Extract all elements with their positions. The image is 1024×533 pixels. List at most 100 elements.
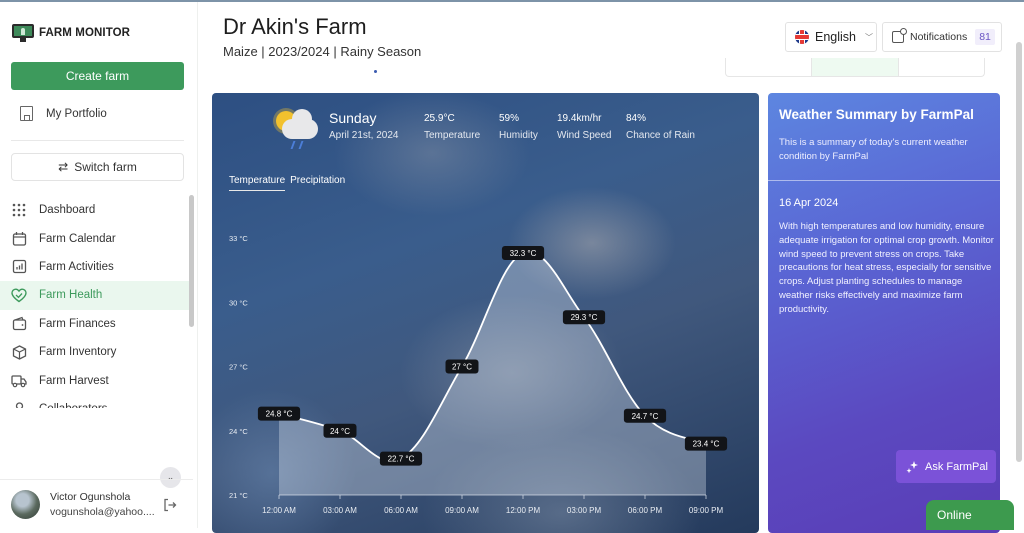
summary-date: 16 Apr 2024 <box>779 197 839 209</box>
sidebar-item-label: Dashboard <box>39 204 96 217</box>
data-label-text: 24.7 °C <box>632 412 659 421</box>
summary-body: With high temperatures and low humidity,… <box>779 221 994 315</box>
switch-farm-label: Switch farm <box>74 160 137 174</box>
sidebar-item-label: Farm Harvest <box>39 374 109 387</box>
x-tick-label: 12:00 AM <box>262 506 296 515</box>
ask-farmpal-label: Ask FarmPal <box>925 460 988 473</box>
sidebar-item-label: Farm Finances <box>39 317 116 330</box>
data-label: 29.3 °C <box>562 310 606 325</box>
sidebar-item-label: Collaborators <box>39 403 107 408</box>
app-logo[interactable]: FARM MONITOR <box>12 24 130 42</box>
heart-icon <box>11 287 27 303</box>
sidebar-item-dashboard[interactable]: Dashboard <box>0 196 190 224</box>
sidebar-item-label: Farm Activities <box>39 260 114 273</box>
calendar-icon <box>11 231 27 247</box>
grid-icon <box>11 202 27 218</box>
logout-button[interactable] <box>163 498 177 515</box>
app-name: FARM MONITOR <box>39 27 131 39</box>
users-icon <box>11 401 27 408</box>
chevron-down-icon: ⌄ <box>166 472 175 482</box>
sidebar-item-farm-finances[interactable]: Farm Finances <box>0 310 190 338</box>
x-tick-label: 09:00 PM <box>689 506 724 515</box>
divider <box>768 180 1000 181</box>
y-tick-label: 27 °C <box>229 363 248 372</box>
swap-arrows-icon: ⇄ <box>58 160 69 174</box>
data-label-text: 22.7 °C <box>388 455 415 464</box>
wallet-icon <box>11 316 27 332</box>
filter-segment[interactable] <box>899 58 984 76</box>
my-portfolio-link[interactable]: My Portfolio <box>20 106 107 121</box>
sidebar-item-collaborators[interactable]: Collaborators <box>0 395 190 408</box>
language-label: English <box>815 30 856 44</box>
filter-segment[interactable] <box>726 58 813 76</box>
data-label: 23.4 °C <box>684 436 728 451</box>
filter-segment[interactable] <box>812 58 899 76</box>
data-label-text: 27 °C <box>452 363 472 372</box>
farm-subtitle: Maize | 2023/2024 | Rainy Season <box>223 44 422 59</box>
x-tick-label: 06:00 AM <box>384 506 418 515</box>
logout-icon <box>164 498 177 512</box>
truck-icon <box>11 373 27 389</box>
temperature-chart: 21 °C 24 °C 27 °C 30 °C 33 °C 12:00 AM 03:00 A… <box>229 234 728 515</box>
data-label-text: 29.3 °C <box>571 313 598 322</box>
sidebar-item-label: Farm Calendar <box>39 232 116 245</box>
divider <box>11 140 184 141</box>
sidebar-item-farm-calendar[interactable]: Farm Calendar <box>0 224 190 252</box>
user-profile[interactable]: Victor Ogunshola vogunshola@yahoo.... <box>11 490 155 519</box>
summary-title: Weather Summary by FarmPal <box>779 107 974 122</box>
sidebar-item-farm-health[interactable]: Farm Health <box>0 281 190 310</box>
indicator-dot <box>374 70 377 73</box>
x-tick-label: 12:00 PM <box>506 506 541 515</box>
building-icon <box>20 106 33 121</box>
monitor-icon <box>12 24 34 42</box>
y-tick-label: 24 °C <box>229 427 248 436</box>
sidebar-item-farm-inventory[interactable]: Farm Inventory <box>0 338 190 366</box>
x-tick-label: 03:00 AM <box>323 506 357 515</box>
weather-card: Sunday April 21st, 2024 25.9°C Temperatu… <box>212 93 759 533</box>
expand-menu-button[interactable]: ⌄ <box>160 467 181 488</box>
data-label: 27 °C <box>445 359 479 374</box>
sidebar-item-label: Farm Health <box>39 289 103 302</box>
data-label: 32.3 °C <box>501 245 545 260</box>
x-tick-label: 09:00 AM <box>445 506 479 515</box>
sparkles-icon <box>906 460 918 473</box>
page-title: Dr Akin's Farm <box>223 14 367 39</box>
chevron-down-icon: ﹀ <box>865 32 873 42</box>
data-label: 24.7 °C <box>623 408 667 423</box>
create-farm-button[interactable]: Create farm <box>11 62 184 90</box>
page-scrollbar[interactable] <box>1016 42 1022 462</box>
notification-icon <box>892 28 907 43</box>
uk-flag-icon <box>795 30 809 44</box>
box-icon <box>11 344 27 360</box>
y-tick-label: 30 °C <box>229 298 248 307</box>
ask-farmpal-button[interactable]: Ask FarmPal <box>896 450 996 483</box>
data-label: 22.7 °C <box>379 451 423 466</box>
user-email: vogunshola@yahoo.... <box>50 506 155 518</box>
language-selector[interactable]: English ﹀ <box>785 22 877 52</box>
data-label-text: 24 °C <box>330 427 350 436</box>
user-name: Victor Ogunshola <box>50 491 131 503</box>
sidebar-scrollbar[interactable] <box>189 195 194 327</box>
sidebar-item-label: Farm Inventory <box>39 346 117 359</box>
summary-description: This is a summary of today's current wea… <box>779 137 968 162</box>
temperature-area <box>279 251 706 495</box>
chart-bar-icon <box>11 259 27 275</box>
data-label-text: 32.3 °C <box>510 249 537 258</box>
data-label-text: 23.4 °C <box>693 440 720 449</box>
notifications-label: Notifications <box>910 31 968 43</box>
y-tick-label: 21 °C <box>229 491 248 500</box>
notifications-count-badge: 81 <box>975 29 995 45</box>
notifications-button[interactable]: Notifications 81 <box>882 22 1002 52</box>
divider <box>0 479 193 480</box>
data-label: 24 °C <box>323 423 357 438</box>
x-tick-label: 03:00 PM <box>567 506 602 515</box>
sidebar-item-farm-harvest[interactable]: Farm Harvest <box>0 366 190 394</box>
weather-summary-card: Weather Summary by FarmPal This is a sum… <box>768 93 1000 533</box>
data-label: 24.8 °C <box>257 406 301 421</box>
online-status-badge[interactable]: Online <box>926 500 1014 530</box>
switch-farm-button[interactable]: ⇄ Switch farm <box>11 153 184 181</box>
x-tick-label: 06:00 PM <box>628 506 663 515</box>
avatar <box>11 490 40 519</box>
sidebar-item-farm-activities[interactable]: Farm Activities <box>0 253 190 281</box>
filter-segment-group[interactable] <box>725 58 985 77</box>
